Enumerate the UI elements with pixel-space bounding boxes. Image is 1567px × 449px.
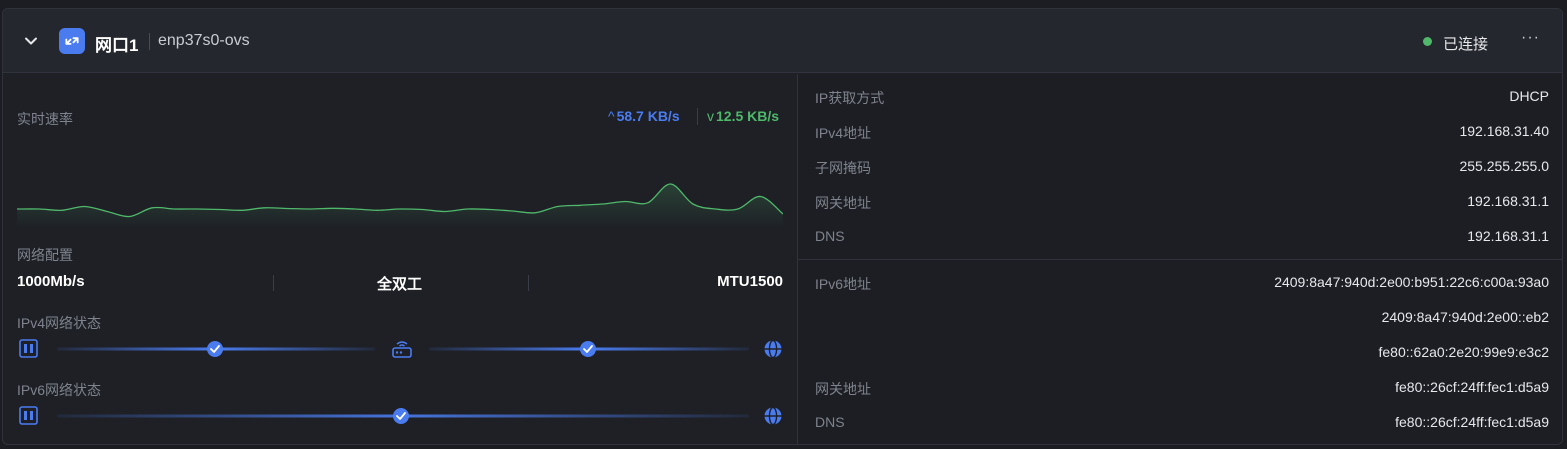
right-panel: IP获取方式 DHCP IPv4地址 192.168.31.40 子网掩码 25… xyxy=(797,74,1562,444)
link-speed: 1000Mb/s xyxy=(17,273,85,290)
ipv4-value: 192.168.31.1 xyxy=(1467,193,1549,209)
network-port-card: 网口1 enp37s0-ovs 已连接 ··· 实时速率 ^ 58.7 KB/s … xyxy=(2,8,1563,445)
left-panel: 实时速率 ^ 58.7 KB/s v 12.5 KB/s 网络配置 1000Mb/s… xyxy=(3,74,797,444)
ipv4-row-netmask: 子网掩码 255.255.255.0 xyxy=(798,149,1562,184)
ipv4-key: 子网掩码 xyxy=(815,160,871,176)
network-card-icon xyxy=(19,406,38,425)
ipv4-row-gateway: 网关地址 192.168.31.1 xyxy=(798,184,1562,219)
status-badge: 已连接 xyxy=(1443,36,1489,53)
speed-label: 实时速率 xyxy=(17,111,73,127)
more-options-button[interactable]: ··· xyxy=(1521,29,1540,47)
ipv4-status-label: IPv4网络状态 xyxy=(17,315,102,331)
card-header: 网口1 enp37s0-ovs 已连接 ··· xyxy=(3,9,1562,73)
ipv6-row-address-3: fe80::62a0:2e20:99e9:e3c2 xyxy=(798,335,1562,370)
ipv4-value: 192.168.31.1 xyxy=(1467,228,1549,244)
ipv6-value: fe80::62a0:2e20:99e9:e3c2 xyxy=(1378,344,1550,360)
ipv6-value: fe80::26cf:24ff:fec1:d5a9 xyxy=(1395,379,1549,395)
arrow-up-icon: ^ xyxy=(608,108,615,124)
section-divider xyxy=(798,259,1562,260)
ipv6-row-dns: DNS fe80::26cf:24ff:fec1:d5a9 xyxy=(798,405,1562,440)
ipv6-row-gateway: 网关地址 fe80::26cf:24ff:fec1:d5a9 xyxy=(798,370,1562,405)
config-divider xyxy=(528,275,529,291)
download-speed-value: 12.5 KB/s xyxy=(716,108,780,124)
upload-speed: ^ 58.7 KB/s xyxy=(608,108,680,124)
check-circle-icon xyxy=(393,408,409,424)
port-name: 网口1 xyxy=(95,36,139,55)
ipv4-key: IPv4地址 xyxy=(815,125,872,141)
check-circle-icon xyxy=(207,341,223,357)
network-card-icon xyxy=(19,339,38,358)
ipv6-status-label: IPv6网络状态 xyxy=(17,382,102,398)
globe-icon xyxy=(764,339,782,359)
check-circle-icon xyxy=(580,341,596,357)
header-divider xyxy=(149,33,150,50)
config-row: 1000Mb/s 全双工 MTU1500 xyxy=(17,273,783,293)
globe-icon xyxy=(764,406,782,426)
ipv4-row-method: IP获取方式 DHCP xyxy=(798,79,1562,114)
interface-name: enp37s0-ovs xyxy=(158,32,250,49)
swap-arrows-icon xyxy=(59,28,85,54)
ipv4-value: 192.168.31.40 xyxy=(1459,123,1549,139)
ipv6-row-address-2: 2409:8a47:940d:2e00::eb2 xyxy=(798,300,1562,335)
ipv4-row-address: IPv4地址 192.168.31.40 xyxy=(798,114,1562,149)
mtu-value: MTU1500 xyxy=(717,273,783,290)
ipv6-value: 2409:8a47:940d:2e00::eb2 xyxy=(1381,309,1549,325)
chevron-down-icon[interactable] xyxy=(23,33,39,49)
ipv4-key: 网关地址 xyxy=(815,195,871,211)
ipv4-topology xyxy=(17,337,783,361)
ipv4-value: 255.255.255.0 xyxy=(1459,158,1549,174)
speed-chart-area xyxy=(17,183,783,229)
config-divider xyxy=(273,275,274,291)
duplex-mode: 全双工 xyxy=(377,276,423,293)
config-label: 网络配置 xyxy=(17,247,73,263)
upload-speed-value: 58.7 KB/s xyxy=(616,108,680,124)
ipv6-row-address: IPv6地址 2409:8a47:940d:2e00:b951:22c6:c00… xyxy=(798,265,1562,300)
ipv4-key: DNS xyxy=(815,228,845,244)
ipv4-key: IP获取方式 xyxy=(815,90,885,106)
arrow-down-icon: v xyxy=(707,108,714,124)
ipv6-key: IPv6地址 xyxy=(815,276,872,292)
ipv6-key: 网关地址 xyxy=(815,381,871,397)
router-icon xyxy=(392,341,412,358)
speed-divider xyxy=(697,108,698,125)
ipv4-row-dns: DNS 192.168.31.1 xyxy=(798,219,1562,254)
download-speed: v 12.5 KB/s xyxy=(707,108,779,124)
ipv6-value: 2409:8a47:940d:2e00:b951:22c6:c00a:93a0 xyxy=(1274,274,1549,290)
ipv4-value: DHCP xyxy=(1509,88,1549,104)
speed-chart xyxy=(17,183,783,229)
status-dot xyxy=(1423,37,1432,46)
ipv6-topology xyxy=(17,404,783,428)
ipv6-key: DNS xyxy=(815,414,845,430)
ipv6-value: fe80::26cf:24ff:fec1:d5a9 xyxy=(1395,414,1549,430)
